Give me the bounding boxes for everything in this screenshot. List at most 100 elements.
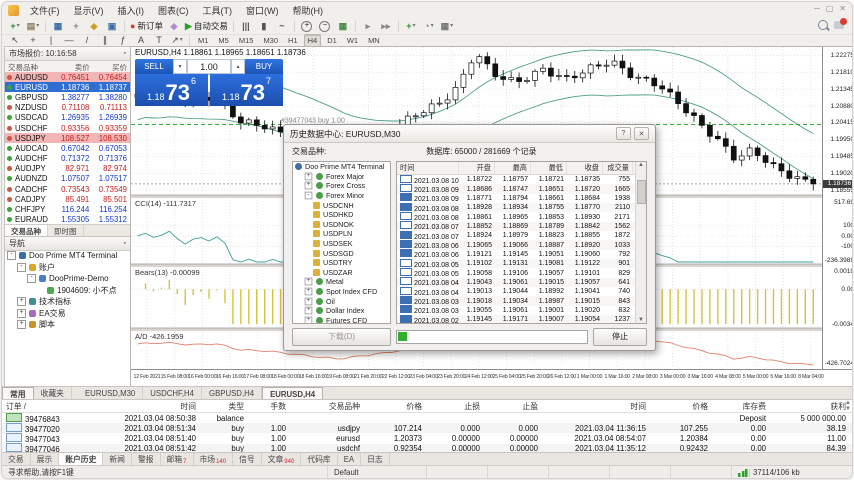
zoom-in-icon[interactable]: + (299, 19, 315, 34)
dialog-tree-item[interactable]: +Oil (293, 296, 390, 306)
terminal-column-header[interactable]: 交易品种 (290, 401, 364, 412)
volume-dropdown-icon[interactable]: ▾ (173, 59, 187, 74)
timeframe-w1[interactable]: W1 (343, 34, 362, 47)
terminal-scrollbar[interactable]: ▲▼ (845, 400, 851, 412)
dialog-table-row[interactable]: 2021.03.08 05:301.191021.191311.190811.1… (397, 259, 646, 268)
dialog-tree-item[interactable]: USDCNH (293, 200, 390, 210)
dialog-tree-item[interactable]: USDZAR (293, 268, 390, 278)
dialog-tree-item[interactable]: +Futures CFD (293, 316, 390, 325)
new-order-icon[interactable]: ●新订单 (129, 19, 164, 34)
dialog-tree-item[interactable]: +Metal (293, 277, 390, 287)
terminal-row[interactable]: 394770202021.03.04 08:51:34buy1.00usdjpy… (2, 423, 852, 433)
autotrading-icon[interactable]: ▶自动交易 (184, 19, 229, 34)
menu-item[interactable]: 插入(I) (111, 5, 152, 17)
expand-icon[interactable]: + (305, 173, 313, 181)
expand-icon[interactable]: + (305, 278, 313, 286)
dialog-tree-item[interactable]: Doo Prime MT4 Terminal (293, 162, 390, 172)
terminal-column-header[interactable]: 止盈 (484, 401, 542, 412)
terminal-column-header[interactable]: 时间 (82, 401, 200, 412)
expand-icon[interactable]: + (305, 307, 313, 315)
dialog-tree-item[interactable]: USDTRY (293, 258, 390, 268)
volume-input[interactable]: 1.00 (187, 59, 231, 74)
menu-item[interactable]: 帮助(H) (286, 5, 331, 17)
dialog-table-row[interactable]: 2021.03.08 03:001.190551.190611.190011.1… (397, 306, 646, 315)
expand-icon[interactable]: + (17, 309, 26, 318)
minimize-icon[interactable]: ─ (814, 4, 820, 13)
dialog-column-header[interactable]: 时间 (397, 162, 459, 174)
dialog-tree-item[interactable]: USDPLN (293, 229, 390, 239)
dialog-column-header[interactable]: 收盘 (567, 162, 603, 174)
bar-chart-mode-icon[interactable]: ||| (238, 19, 254, 34)
dialog-tree-item[interactable]: USDHKD (293, 210, 390, 220)
dialog-tree-item[interactable]: +Spot Index CFD (293, 287, 390, 297)
panel-menu-icon[interactable]: ▪ (124, 50, 126, 57)
market-watch-column-header[interactable]: 交易品种 (5, 61, 56, 72)
tile-windows-icon[interactable]: ▦ (335, 19, 351, 34)
timeframe-h1[interactable]: H1 (284, 34, 302, 47)
profiles-icon[interactable]: ▤▾ (25, 19, 41, 34)
dialog-tree-item[interactable]: +Forex Major (293, 172, 390, 182)
stop-button[interactable]: 停止 (593, 328, 647, 346)
market-watch-row[interactable]: AUDNZD1.075071.07517 (5, 174, 130, 184)
collapse-icon[interactable]: - (17, 263, 26, 272)
expand-icon[interactable]: + (17, 320, 26, 329)
dialog-close-icon[interactable]: ✕ (634, 127, 649, 140)
terminal-column-header[interactable]: 库存费 (712, 401, 770, 412)
expand-icon[interactable]: + (305, 182, 313, 190)
market-watch-row[interactable]: AUDJPY82.97182.974 (5, 164, 130, 174)
timeframe-m15[interactable]: M15 (235, 34, 258, 47)
navigator-tree-item[interactable]: +脚本 (5, 319, 130, 331)
expand-icon[interactable]: + (17, 297, 26, 306)
templates-icon[interactable]: ▦▾ (439, 19, 455, 34)
dialog-table-row[interactable]: 2021.03.08 04:301.190431.190611.190151.1… (397, 278, 646, 287)
terminal-toggle-icon[interactable]: ▣ (104, 19, 120, 34)
dialog-tree-item[interactable]: USDSEK (293, 239, 390, 249)
market-watch-row[interactable]: CHFJPY116.244116.254 (5, 204, 130, 214)
navigator-tree-item[interactable]: 1904609: 小不点 (5, 285, 130, 297)
dialog-symbol-tree[interactable]: Doo Prime MT4 Terminal+Forex Major+Forex… (292, 161, 391, 324)
dialog-table-row[interactable]: 2021.03.08 04:001.190131.190441.189921.1… (397, 287, 646, 296)
timeframe-h4[interactable]: H4 (304, 34, 322, 47)
restore-icon[interactable]: ▢ (826, 4, 834, 13)
zoom-out-icon[interactable]: − (317, 19, 333, 34)
indicators-icon[interactable]: +▾ (403, 19, 419, 34)
buy-button[interactable]: BUY (245, 59, 283, 74)
expand-icon[interactable]: + (305, 288, 313, 296)
terminal-column-header[interactable]: 价格 (364, 401, 426, 412)
market-watch-row[interactable]: USDCHF0.933560.93359 (5, 123, 130, 133)
status-profile[interactable]: Default (328, 466, 427, 479)
timeframe-d1[interactable]: D1 (323, 34, 341, 47)
market-watch-column-header[interactable]: 买价 (93, 61, 130, 72)
timeframe-m1[interactable]: M1 (194, 34, 212, 47)
navigator-tree-item[interactable]: +技术指标 (5, 296, 130, 308)
terminal-column-header[interactable]: 止损 (426, 401, 484, 412)
data-window-toggle-icon[interactable]: + (68, 19, 84, 34)
market-watch-row[interactable]: AUDCHF0.713720.71376 (5, 154, 130, 164)
metaeditor-icon[interactable]: ◆ (166, 19, 182, 34)
terminal-column-header[interactable]: 时间 (542, 401, 650, 412)
dialog-table-row[interactable]: 2021.03.08 07:301.188521.188691.187891.1… (397, 222, 646, 231)
expand-icon[interactable]: + (305, 316, 313, 324)
market-watch-toggle-icon[interactable]: ▦ (50, 19, 66, 34)
dialog-help-icon[interactable]: ? (616, 127, 631, 140)
dialog-table-row[interactable]: 2021.03.08 09:301.186861.187471.186511.1… (397, 184, 646, 193)
terminal-column-header[interactable]: 手数 (248, 401, 290, 412)
timeframe-mn[interactable]: MN (364, 34, 384, 47)
terminal-column-header[interactable]: 获利 (770, 401, 850, 412)
collapse-icon[interactable]: - (27, 274, 36, 283)
market-watch-row[interactable]: CADCHF0.735430.73549 (5, 184, 130, 194)
dialog-table-row[interactable]: 2021.03.08 06:001.191211.191451.190511.1… (397, 250, 646, 259)
expand-icon[interactable]: + (305, 297, 313, 305)
sell-button[interactable]: SELL (135, 59, 173, 74)
search-icon[interactable] (818, 20, 828, 30)
collapse-icon[interactable]: - (305, 192, 313, 200)
menu-item[interactable]: 显示(V) (67, 5, 111, 17)
terminal-column-header[interactable]: 订单 / (2, 401, 82, 412)
timeframe-m30[interactable]: M30 (259, 34, 282, 47)
candle-chart-mode-icon[interactable]: ▮ (256, 19, 272, 34)
notifications-icon[interactable] (834, 21, 844, 29)
dialog-table-row[interactable]: 2021.03.08 09:001.187711.187941.186611.1… (397, 194, 646, 203)
market-watch-row[interactable]: AUDUSD0.764510.76454 (5, 72, 130, 82)
navigator-tree-item[interactable]: -账户 (5, 262, 130, 274)
market-watch-row[interactable]: EURUSD1.187361.18737 (5, 82, 130, 92)
